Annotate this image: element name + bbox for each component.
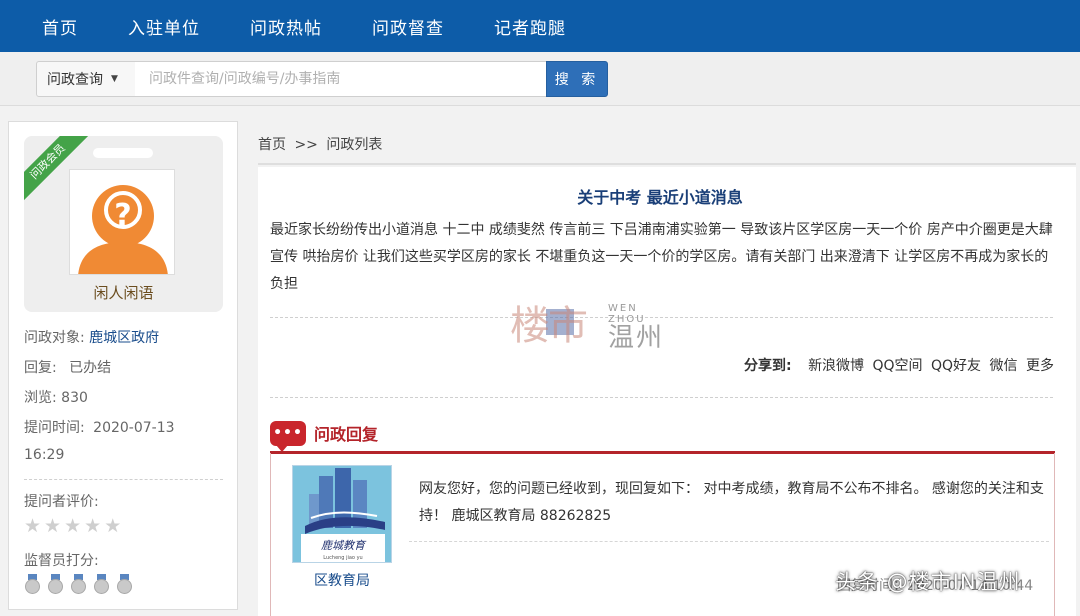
asked-time-row: 提问时间: 2020-07-13 [24, 417, 175, 437]
main-content: 首页 >> 问政列表 关于中考 最近小道消息 最近家长纷纷传出小道消息 十二中 … [248, 121, 1080, 616]
medal-icon [93, 574, 110, 594]
medal-icon [70, 574, 87, 594]
target-value-link[interactable]: 鹿城区政府 [89, 330, 159, 346]
reply-divider [409, 541, 1049, 542]
breadcrumb-home-link[interactable]: 首页 [258, 137, 286, 153]
org-name-link[interactable]: 区教育局 [292, 570, 392, 590]
reply-status-row: 回复: 已办结 [24, 357, 111, 377]
search-type-select[interactable]: 问政查询 ▼ [36, 61, 136, 97]
share-bar: 分享到: 新浪微博 QQ空间 QQ好友 微信 更多 [744, 355, 1058, 375]
reply-section-title: 问政回复 [314, 425, 379, 444]
star-icon: ★ [64, 515, 82, 537]
top-nav: 首页 入驻单位 问政热帖 问政督查 记者跑腿 [0, 0, 1080, 52]
star-icon: ★ [84, 515, 102, 537]
breadcrumb-rule [258, 163, 1076, 165]
reply-section-header: ••• 问政回复 [270, 420, 379, 452]
search-button[interactable]: 搜 索 [546, 61, 608, 97]
share-label: 分享到: [744, 358, 792, 374]
star-icon: ★ [24, 515, 42, 537]
star-icon: ★ [104, 515, 122, 537]
nav-reporter-errand[interactable]: 记者跑腿 [494, 14, 566, 39]
share-more-link[interactable]: 更多 [1026, 358, 1054, 374]
breadcrumb: 首页 >> 问政列表 [258, 134, 382, 154]
share-weibo-link[interactable]: 新浪微博 [808, 358, 864, 374]
org-logo-text: 鹿城教育 [321, 539, 367, 552]
share-qq-link[interactable]: QQ好友 [931, 358, 981, 374]
watermark-city: 温州 [608, 323, 665, 353]
target-label: 问政对象: [24, 330, 85, 346]
chevron-down-icon: ▼ [111, 74, 118, 84]
asked-date: 2020-07-13 [93, 420, 175, 436]
reply-status-value: 已办结 [69, 360, 112, 376]
asker-rating-label: 提问者评价: [24, 494, 99, 510]
views-row: 浏览: 830 [24, 387, 88, 407]
asker-rating-stars: ★ ★ ★ ★ ★ [24, 517, 124, 536]
medal-icon [116, 574, 133, 594]
medal-icon [47, 574, 64, 594]
card-slot [93, 148, 153, 158]
sidebar-divider [24, 479, 223, 480]
search-input[interactable] [135, 61, 547, 97]
watermark-brand: 楼市 [510, 303, 588, 349]
toutiao-watermark: 头条 @楼市IN温州 [835, 570, 1021, 594]
reply-text: 网友您好，您的问题已经收到，现回复如下： 对中考成绩，教育局不公布不排名。 感谢… [419, 481, 1044, 524]
profile-card: 问政会员 ? 闲人闲语 [24, 136, 223, 312]
asker-sidebar: 问政会员 ? 闲人闲语 问政对象: 鹿城区政府 回复: 已办结 浏览: 830 … [8, 121, 238, 610]
views-value: 830 [61, 390, 88, 406]
post-panel: 关于中考 最近小道消息 最近家长纷纷传出小道消息 十二中 成绩斐然 传言前三 下… [258, 167, 1076, 616]
search-bar: 问政查询 ▼ 搜 索 [0, 52, 1080, 106]
org-logo: 鹿城教育 Lucheng jiao yu [292, 465, 392, 563]
nav-settled-units[interactable]: 入驻单位 [128, 14, 200, 39]
org-logo-graphic: 鹿城教育 Lucheng jiao yu [293, 466, 391, 562]
chat-bubble-icon: ••• [270, 420, 306, 452]
supervisor-label: 监督员打分: [24, 553, 99, 569]
share-divider [270, 397, 1053, 398]
target-row: 问政对象: 鹿城区政府 [24, 327, 159, 347]
watermark-logo: 楼市 WEN ZHOU 温州 [510, 287, 680, 353]
avatar: ? [69, 169, 175, 275]
nav-supervision[interactable]: 问政督查 [372, 14, 444, 39]
medal-icon [24, 574, 41, 594]
default-avatar-icon: ? [78, 185, 168, 274]
post-title: 关于中考 最近小道消息 [577, 188, 743, 207]
nav-home[interactable]: 首页 [42, 14, 78, 39]
supervisor-medals [24, 574, 139, 594]
share-qzone-link[interactable]: QQ空间 [873, 358, 923, 374]
reply-status-label: 回复: [24, 360, 57, 376]
search-type-label: 问政查询 [47, 72, 103, 88]
breadcrumb-separator: >> [294, 137, 318, 153]
post-body: 最近家长纷纷传出小道消息 十二中 成绩斐然 传言前三 下吕浦南浦实验第一 导致该… [270, 222, 1053, 292]
asked-time-label: 提问时间: [24, 420, 85, 436]
asker-nickname: 闲人闲语 [93, 284, 154, 302]
org-logo-subtext: Lucheng jiao yu [323, 555, 362, 561]
share-wechat-link[interactable]: 微信 [990, 358, 1018, 374]
svg-text:?: ? [114, 198, 131, 233]
breadcrumb-current[interactable]: 问政列表 [326, 137, 382, 153]
nav-hot-posts[interactable]: 问政热帖 [250, 14, 322, 39]
star-icon: ★ [44, 515, 62, 537]
asked-time-clock: 16:29 [24, 447, 65, 463]
views-label: 浏览: [24, 390, 57, 406]
